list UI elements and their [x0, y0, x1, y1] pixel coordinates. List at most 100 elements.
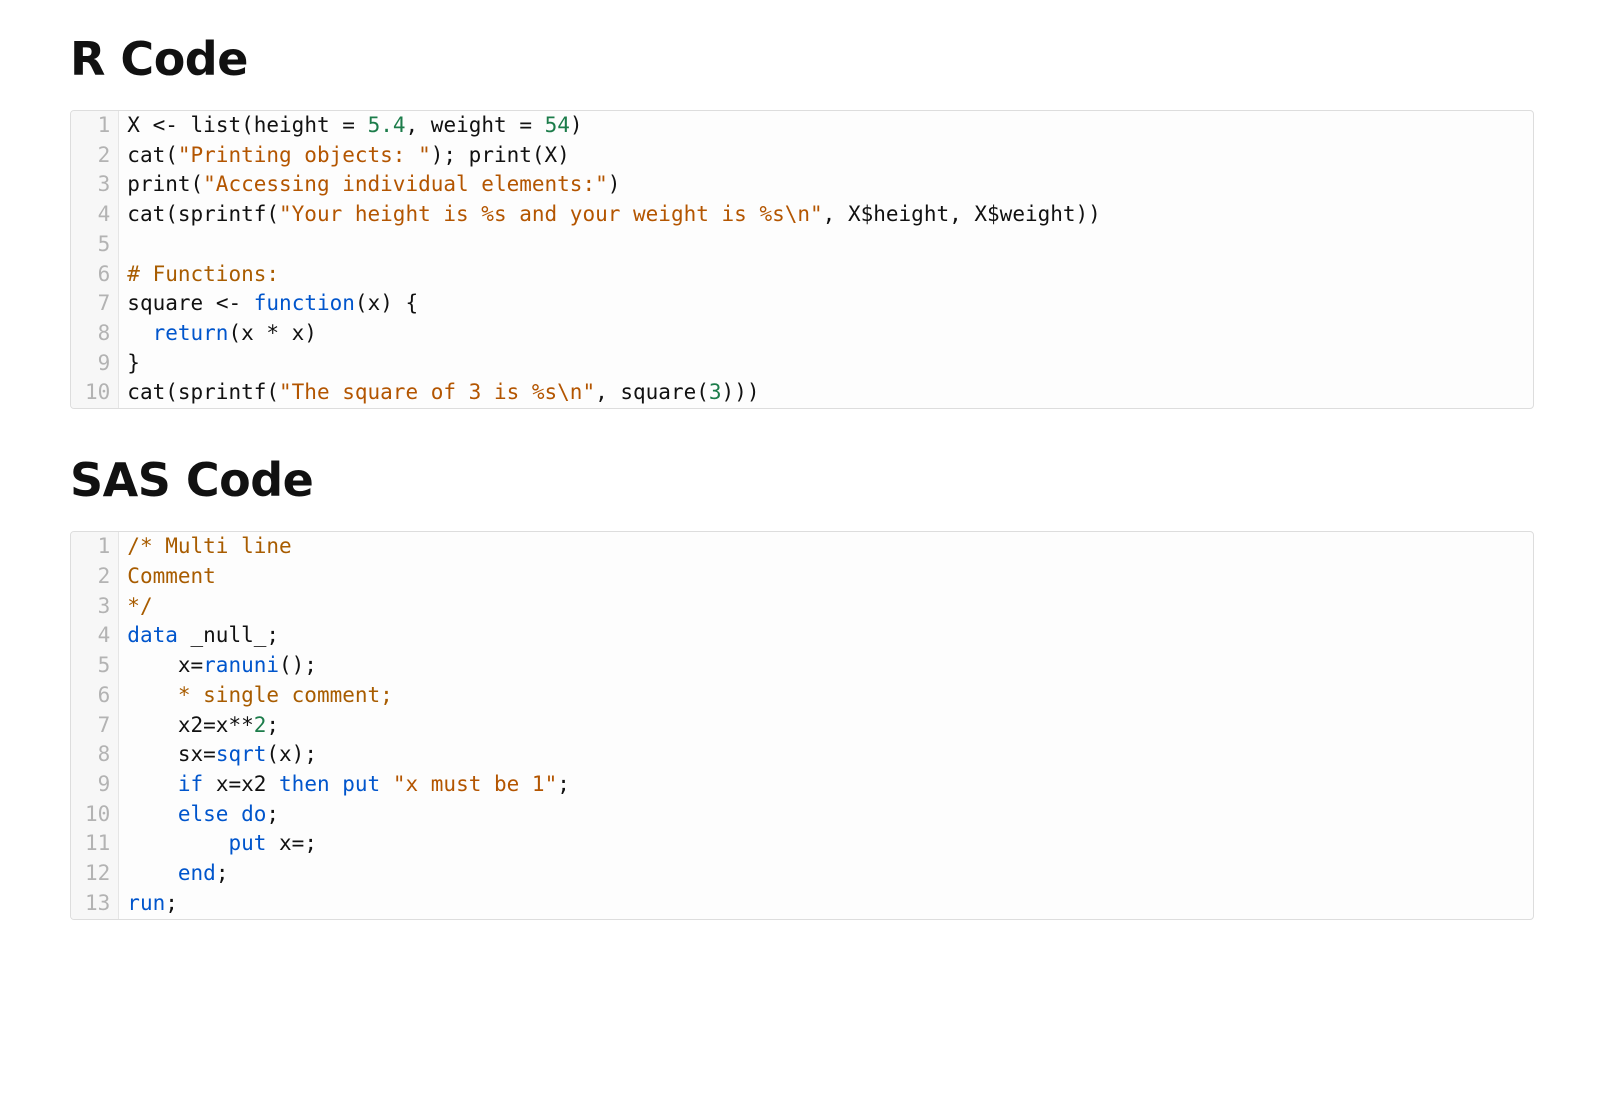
- code-cell: end;: [119, 859, 1533, 889]
- code-cell: run;: [119, 889, 1533, 919]
- code-line: 5 x=ranuni();: [71, 651, 1533, 681]
- code-token: "Accessing individual elements:": [203, 172, 608, 196]
- code-token: x=;: [266, 831, 317, 855]
- code-table-sas: 1/* Multi line2Comment3*/4data _null_;5 …: [71, 532, 1533, 918]
- line-number: 7: [71, 711, 119, 741]
- code-block-r: 1X <- list(height = 5.4, weight = 54)2ca…: [70, 110, 1534, 409]
- code-line: 9 if x=x2 then put "x must be 1";: [71, 770, 1533, 800]
- code-token: list(height: [178, 113, 342, 137]
- code-token: [532, 113, 545, 137]
- code-line: 3print("Accessing individual elements:"): [71, 170, 1533, 200]
- code-token: , square(: [595, 380, 709, 404]
- code-token: , weight: [406, 113, 520, 137]
- code-token: Comment: [127, 564, 216, 588]
- code-cell: data _null_;: [119, 621, 1533, 651]
- code-token: if: [178, 772, 203, 796]
- line-number: 3: [71, 592, 119, 622]
- code-token: ))): [722, 380, 760, 404]
- code-cell: [119, 230, 1533, 260]
- code-token: ); print(X): [431, 143, 570, 167]
- code-line: 7 x2=x**2;: [71, 711, 1533, 741]
- code-token: # Functions:: [127, 262, 279, 286]
- line-number: 6: [71, 260, 119, 290]
- code-cell: print("Accessing individual elements:"): [119, 170, 1533, 200]
- line-number: 4: [71, 200, 119, 230]
- code-token: 3: [709, 380, 722, 404]
- line-number: 1: [71, 111, 119, 141]
- code-line: 1/* Multi line: [71, 532, 1533, 562]
- code-token: _null_;: [178, 623, 279, 647]
- line-number: 9: [71, 770, 119, 800]
- code-token: ;: [266, 713, 279, 737]
- heading-sas-code: SAS Code: [70, 453, 1534, 507]
- code-cell: Comment: [119, 562, 1533, 592]
- code-cell: else do;: [119, 800, 1533, 830]
- code-cell: */: [119, 592, 1533, 622]
- code-cell: sx=sqrt(x);: [119, 740, 1533, 770]
- code-token: (x) {: [355, 291, 418, 315]
- code-token: function: [254, 291, 355, 315]
- code-cell: x2=x**2;: [119, 711, 1533, 741]
- code-token: return: [153, 321, 229, 345]
- line-number: 8: [71, 319, 119, 349]
- code-token: sqrt: [216, 742, 267, 766]
- line-number: 5: [71, 651, 119, 681]
- line-number: 7: [71, 289, 119, 319]
- code-token: [355, 113, 368, 137]
- code-line: 5: [71, 230, 1533, 260]
- code-line: 12 end;: [71, 859, 1533, 889]
- code-token: [127, 861, 178, 885]
- code-line: 11 put x=;: [71, 829, 1533, 859]
- code-token: "Your height is %s and your weight is %s…: [279, 202, 823, 226]
- code-token: <-: [216, 291, 241, 315]
- line-number: 3: [71, 170, 119, 200]
- code-token: print(: [127, 172, 203, 196]
- code-cell: return(x * x): [119, 319, 1533, 349]
- code-line: 6 * single comment;: [71, 681, 1533, 711]
- code-token: then: [279, 772, 330, 796]
- code-token: * single comment;: [178, 683, 393, 707]
- line-number: 13: [71, 889, 119, 919]
- code-line: 8 sx=sqrt(x);: [71, 740, 1533, 770]
- code-token: ;: [165, 891, 178, 915]
- code-line: 9}: [71, 349, 1533, 379]
- code-line: 2 Comment: [71, 562, 1533, 592]
- code-token: <-: [153, 113, 178, 137]
- code-token: data: [127, 623, 178, 647]
- code-line: 13run;: [71, 889, 1533, 919]
- code-cell: if x=x2 then put "x must be 1";: [119, 770, 1533, 800]
- code-token: [127, 831, 228, 855]
- code-token: [127, 321, 152, 345]
- code-token: "x must be 1": [393, 772, 557, 796]
- line-number: 10: [71, 800, 119, 830]
- code-token: X: [127, 113, 152, 137]
- code-token: ;: [216, 861, 229, 885]
- code-token: sx=: [127, 742, 216, 766]
- code-cell: /* Multi line: [119, 532, 1533, 562]
- code-cell: cat(sprintf("The square of 3 is %s\n", s…: [119, 378, 1533, 408]
- line-number: 10: [71, 378, 119, 408]
- code-line: 4cat(sprintf("Your height is %s and your…: [71, 200, 1533, 230]
- code-token: [228, 802, 241, 826]
- code-token: "The square of 3 is %s\n": [279, 380, 595, 404]
- code-token: end: [178, 861, 216, 885]
- code-cell: cat(sprintf("Your height is %s and your …: [119, 200, 1533, 230]
- heading-r-code: R Code: [70, 32, 1534, 86]
- code-token: [127, 683, 178, 707]
- code-token: cat(sprintf(: [127, 202, 279, 226]
- code-token: ): [570, 113, 583, 137]
- code-line: 3*/: [71, 592, 1533, 622]
- code-token: 5.4: [368, 113, 406, 137]
- code-token: x=: [127, 653, 203, 677]
- code-token: ranuni: [203, 653, 279, 677]
- line-number: 2: [71, 562, 119, 592]
- code-line: 10cat(sprintf("The square of 3 is %s\n",…: [71, 378, 1533, 408]
- code-token: else: [178, 802, 229, 826]
- line-number: 11: [71, 829, 119, 859]
- code-cell: X <- list(height = 5.4, weight = 54): [119, 111, 1533, 141]
- page: R Code 1X <- list(height = 5.4, weight =…: [0, 0, 1604, 1004]
- code-cell: cat("Printing objects: "); print(X): [119, 141, 1533, 171]
- line-number: 4: [71, 621, 119, 651]
- line-number: 8: [71, 740, 119, 770]
- code-token: run: [127, 891, 165, 915]
